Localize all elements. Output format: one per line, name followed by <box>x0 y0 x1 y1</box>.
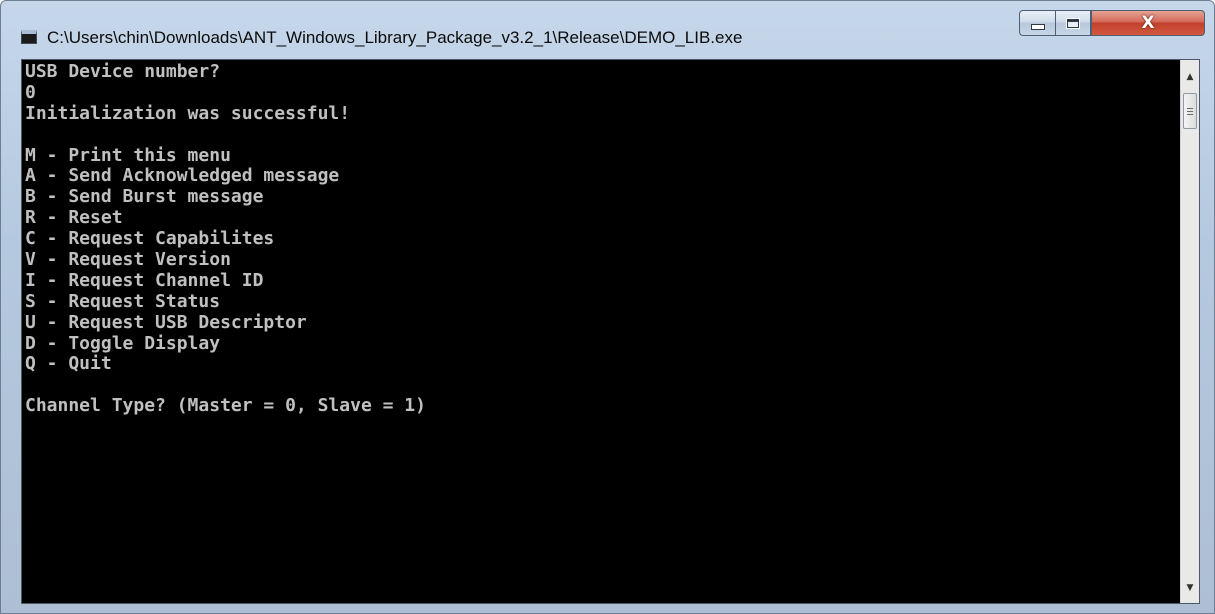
console-line: D - Toggle Display <box>25 332 221 354</box>
grip-icon <box>1187 107 1193 115</box>
maximize-icon <box>1066 17 1080 29</box>
console-line: 0 <box>25 81 36 103</box>
console-output[interactable]: USB Device number? 0 Initialization was su… <box>22 62 1179 603</box>
console-line: V - Request Version <box>25 249 231 271</box>
console-line: S - Request Status <box>25 290 221 312</box>
minimize-button[interactable] <box>1019 10 1055 36</box>
scroll-up-arrow-icon[interactable]: ▲ <box>1181 68 1199 86</box>
close-icon: X <box>1141 12 1155 33</box>
console-area[interactable]: USB Device number? 0 Initialization was su… <box>21 59 1200 604</box>
scrollbar-thumb[interactable] <box>1183 93 1197 129</box>
console-window: C:\Users\chin\Downloads\ANT_Windows_Libr… <box>0 0 1215 614</box>
console-line: R - Reset <box>25 207 123 229</box>
console-line: M - Print this menu <box>25 144 231 166</box>
console-line: Channel Type? (Master = 0, Slave = 1) <box>25 395 426 417</box>
console-line: Q - Quit <box>25 353 112 375</box>
close-button[interactable]: X <box>1091 10 1205 36</box>
console-app-icon[interactable] <box>21 30 37 44</box>
console-line: B - Send Burst message <box>25 186 264 208</box>
console-line: Initialization was successful! <box>25 102 351 124</box>
title-bar[interactable]: C:\Users\chin\Downloads\ANT_Windows_Libr… <box>1 1 1214 59</box>
console-line: U - Request USB Descriptor <box>25 311 307 333</box>
window-title: C:\Users\chin\Downloads\ANT_Windows_Libr… <box>47 28 743 47</box>
vertical-scrollbar[interactable]: ▲ ▼ <box>1180 60 1199 603</box>
console-line: USB Device number? <box>25 62 221 82</box>
caption-buttons: X <box>1019 10 1205 36</box>
scroll-down-arrow-icon[interactable]: ▼ <box>1181 579 1199 597</box>
maximize-button[interactable] <box>1055 10 1091 36</box>
minimize-icon <box>1030 24 1045 30</box>
console-line: A - Send Acknowledged message <box>25 165 340 187</box>
console-line: C - Request Capabilites <box>25 228 275 250</box>
console-line: I - Request Channel ID <box>25 269 264 291</box>
